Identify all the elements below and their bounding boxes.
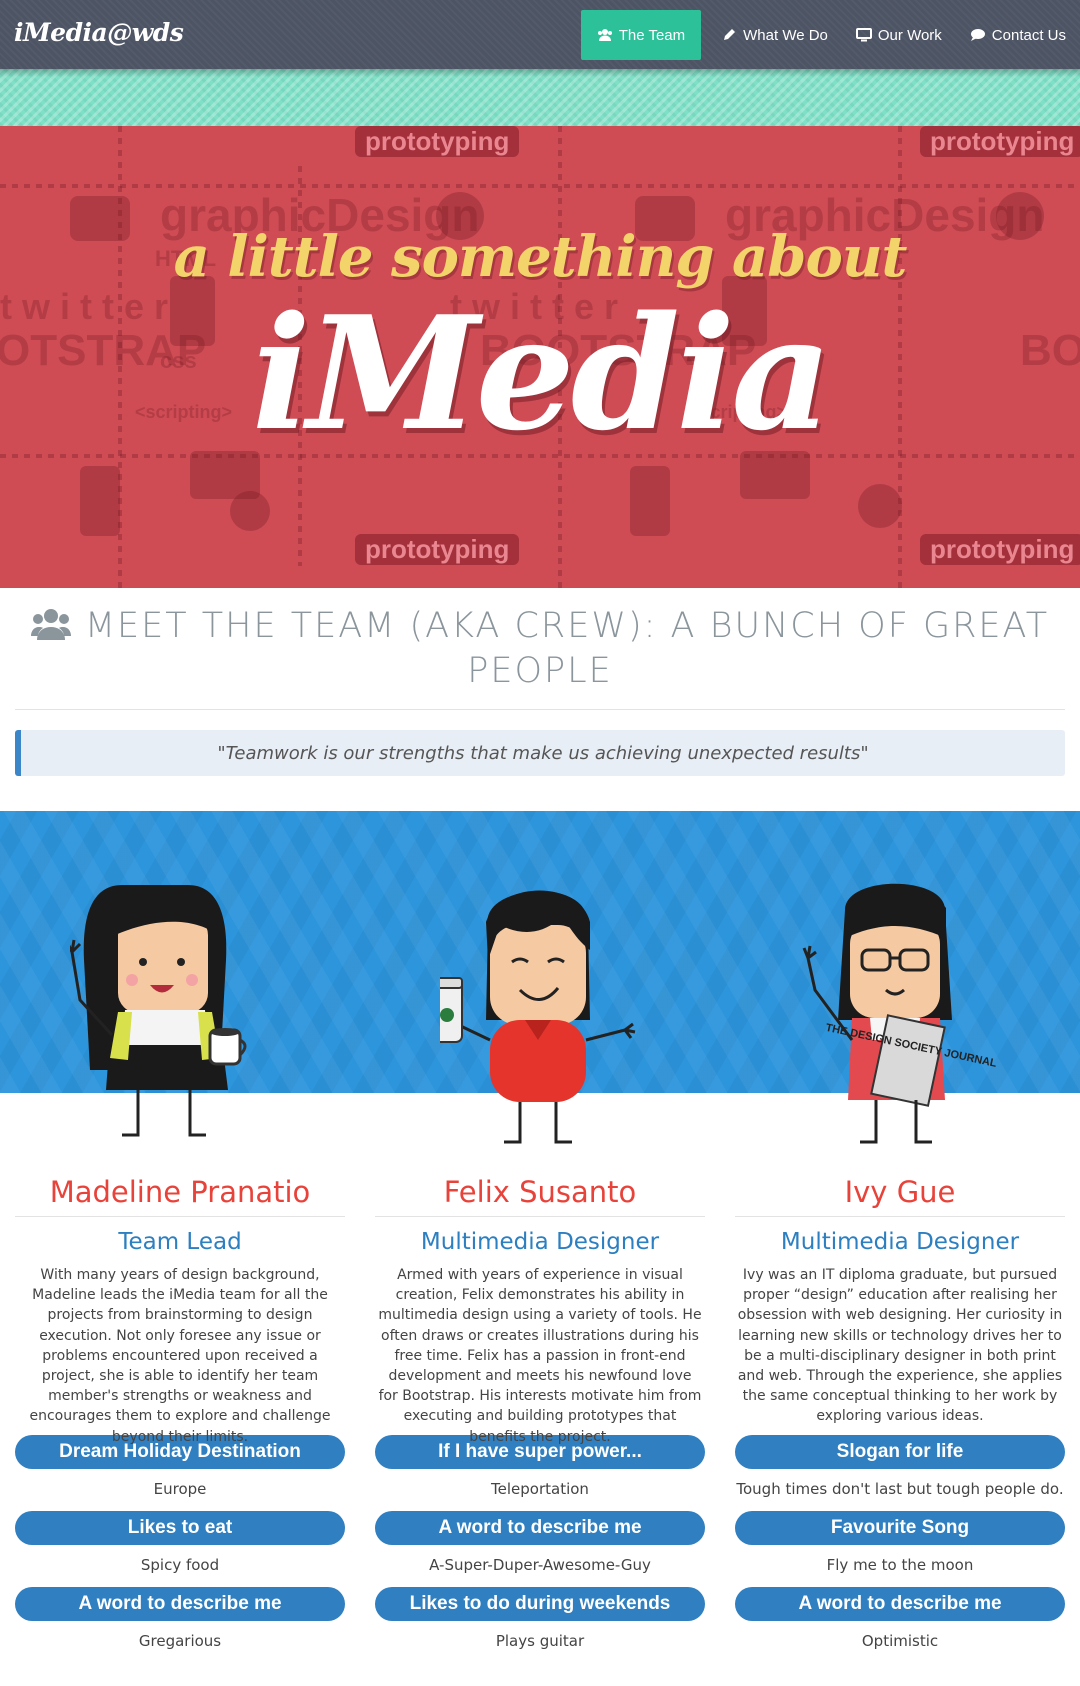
member-role: Multimedia Designer <box>420 1229 660 1255</box>
decorative-strip <box>0 69 1080 126</box>
nav-label: Contact Us <box>991 26 1066 44</box>
fact-answer: Europe <box>153 1480 207 1498</box>
member-bio: With many years of design background, Ma… <box>29 1267 331 1445</box>
fact-button[interactable]: A word to describe me <box>735 1587 1065 1621</box>
fact-answer: Fly me to the moon <box>826 1556 974 1574</box>
fact-button[interactable]: Likes to do during weekends <box>375 1587 705 1621</box>
member-role: Team Lead <box>118 1229 242 1255</box>
hero-tagline: a little something about <box>173 224 908 290</box>
member-name: Ivy Gue <box>735 1168 1065 1217</box>
fact-button[interactable]: If I have super power... <box>375 1435 705 1469</box>
pencil-icon <box>721 27 737 43</box>
hero-title: iMedia <box>251 282 833 465</box>
member-bio: Armed with years of experience in visual… <box>378 1267 702 1445</box>
divider <box>15 709 1065 710</box>
fact-answer: Optimistic <box>861 1632 939 1650</box>
monitor-icon <box>855 27 872 43</box>
bg-word-prototyping: prototyping <box>920 534 1080 565</box>
nav-item-the-team[interactable]: The Team <box>580 10 702 60</box>
users-icon <box>597 27 613 43</box>
nav-item-our-work[interactable]: Our Work <box>842 10 956 60</box>
member-name: Felix Susanto <box>375 1168 705 1217</box>
fact-answer: Tough times don't last but tough people … <box>736 1480 1064 1498</box>
fact-answer: Teleportation <box>491 1480 589 1498</box>
bg-word-prototyping: prototyping <box>920 126 1080 157</box>
team-quote: "Teamwork is our strengths that make us … <box>15 730 1065 776</box>
fact-answer: Plays guitar <box>495 1632 585 1650</box>
nav-label: What We Do <box>743 26 828 44</box>
nav-item-what-we-do[interactable]: What We Do <box>707 10 842 60</box>
bg-word-prototyping: prototyping <box>355 534 520 565</box>
nav-item-contact-us[interactable]: Contact Us <box>956 10 1080 60</box>
member-card-madeline: Madeline Pranatio Team Lead With many ye… <box>15 1168 345 1663</box>
member-bio: Ivy was an IT diploma graduate, but purs… <box>737 1267 1063 1425</box>
nav-menu: The Team What We Do Our Work Contact Us <box>580 10 1080 60</box>
member-card-ivy: Ivy Gue Multimedia Designer Ivy was an I… <box>735 1168 1065 1663</box>
member-role: Multimedia Designer <box>780 1229 1020 1255</box>
chat-bubble-icon <box>970 27 986 43</box>
avatar-madeline <box>70 885 247 1137</box>
fact-answer: Gregarious <box>138 1632 222 1650</box>
fact-button[interactable]: Likes to eat <box>15 1511 345 1545</box>
fact-button[interactable]: Favourite Song <box>735 1511 1065 1545</box>
fact-button[interactable]: A word to describe me <box>15 1587 345 1621</box>
meet-heading-text: MEET THE TEAM (AKA CREW): A BUNCH OF GRE… <box>84 606 1050 691</box>
fact-button[interactable]: Slogan for life <box>735 1435 1065 1469</box>
member-name: Madeline Pranatio <box>15 1168 345 1217</box>
nav-label: The Team <box>618 26 686 44</box>
nav-label: Our Work <box>877 26 942 44</box>
bg-word-prototyping: prototyping <box>355 126 520 157</box>
fact-answer: Spicy food <box>140 1556 220 1574</box>
users-icon <box>30 607 71 651</box>
navbar: iMedia@wds The Team What We Do Our Work … <box>0 0 1080 69</box>
avatar-ivy: THE DESIGN SOCIETY JOURNAL <box>802 883 998 1144</box>
member-card-felix: Felix Susanto Multimedia Designer Armed … <box>375 1168 705 1663</box>
avatar-felix <box>440 890 636 1144</box>
fact-answer: A-Super-Duper-Awesome-Guy <box>429 1556 651 1574</box>
brand-logo[interactable]: iMedia@wds <box>14 18 184 47</box>
fact-button[interactable]: A word to describe me <box>375 1511 705 1545</box>
section-heading: MEET THE TEAM (AKA CREW): A BUNCH OF GRE… <box>20 606 1060 692</box>
hero-banner: prototyping prototyping prototyping prot… <box>0 126 1080 588</box>
fact-button[interactable]: Dream Holiday Destination <box>15 1435 345 1469</box>
